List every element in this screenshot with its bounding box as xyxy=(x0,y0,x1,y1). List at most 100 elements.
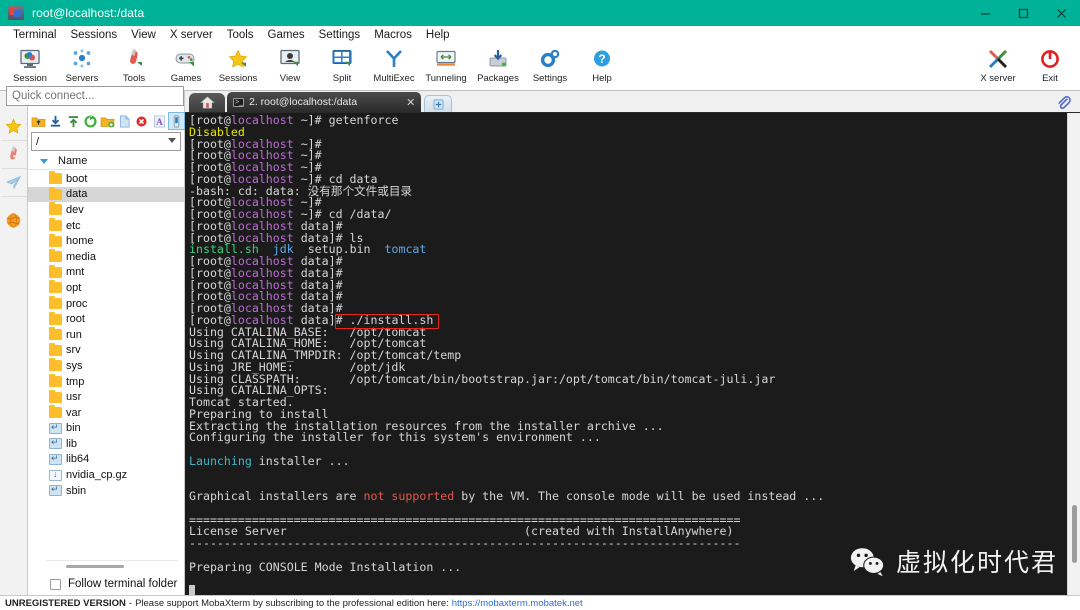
quick-connect-input[interactable] xyxy=(6,86,184,106)
quick-connect-wrap xyxy=(6,86,184,106)
file-list-item[interactable]: lib xyxy=(28,436,184,452)
terminal-output[interactable]: [root@localhost ~]# getenforceDisabled[r… xyxy=(185,113,1067,595)
menu-tools[interactable]: Tools xyxy=(220,26,261,44)
file-list-item[interactable]: srv xyxy=(28,343,184,359)
minimize-button[interactable] xyxy=(966,0,1004,26)
toolbar-settings-button[interactable]: Settings xyxy=(524,44,576,89)
terminal-line xyxy=(189,585,1067,595)
toolbar-exit-button[interactable]: Exit xyxy=(1024,44,1076,89)
toolbar-xserver-label: X server xyxy=(980,73,1015,84)
file-list-item[interactable]: mnt xyxy=(28,265,184,281)
mobaxterm-link[interactable]: https://mobaxterm.mobatek.net xyxy=(452,598,583,609)
paper-plane-icon xyxy=(5,174,22,191)
file-list[interactable]: boot datadevetchomemediamntoptprocrootrun… xyxy=(28,170,184,560)
follow-terminal-checkbox[interactable] xyxy=(50,579,61,590)
file-list-item[interactable]: usr xyxy=(28,389,184,405)
new-file-icon[interactable] xyxy=(117,113,132,129)
file-list-item-label: var xyxy=(66,407,81,419)
file-list-item[interactable]: opt xyxy=(28,280,184,296)
new-tab-button[interactable] xyxy=(424,95,452,112)
file-list-hscrollbar[interactable] xyxy=(46,560,178,571)
file-list-item-label: sbin xyxy=(66,485,86,497)
toolbar-view-button[interactable]: View xyxy=(264,44,316,89)
menu-sessions[interactable]: Sessions xyxy=(63,26,124,44)
toolbar-split-button[interactable]: Split xyxy=(316,44,368,89)
toolbar-multiexec-button[interactable]: MultiExec xyxy=(368,44,420,89)
tunneling-icon xyxy=(432,47,460,71)
toolbar-sessions-button[interactable]: Sessions xyxy=(212,44,264,89)
vscrollbar-thumb[interactable] xyxy=(1072,505,1077,563)
file-list-item[interactable]: dev xyxy=(28,202,184,218)
file-list-item[interactable]: proc xyxy=(28,296,184,312)
close-icon[interactable]: ✕ xyxy=(406,96,415,109)
terminal-tab-1[interactable]: >_ 2. root@localhost:/data ✕ xyxy=(227,92,421,112)
sidebar-tools[interactable] xyxy=(1,141,27,169)
sidebar-favorites[interactable] xyxy=(1,113,27,141)
path-dropdown[interactable]: / xyxy=(31,132,181,151)
menu-settings[interactable]: Settings xyxy=(312,26,368,44)
view-icon xyxy=(276,47,304,71)
file-list-item-label: tmp xyxy=(66,376,84,388)
file-list-item[interactable]: etc xyxy=(28,218,184,234)
file-list-item[interactable]: nvidia_cp.gz xyxy=(28,467,184,483)
status-bar: UNREGISTERED VERSION - Please support Mo… xyxy=(0,595,1080,610)
mobaxterm-icon xyxy=(8,6,24,20)
file-list-item[interactable]: sys xyxy=(28,358,184,374)
file-list-item[interactable]: sbin xyxy=(28,483,184,499)
follow-terminal-icon[interactable] xyxy=(169,113,184,129)
toolbar-xserver-button[interactable]: X server xyxy=(972,44,1024,89)
plus-icon xyxy=(433,99,444,110)
file-list-item[interactable]: media xyxy=(28,249,184,265)
folder-icon xyxy=(49,345,62,356)
home-tab[interactable] xyxy=(189,93,225,112)
file-list-item[interactable]: home xyxy=(28,233,184,249)
download-icon[interactable] xyxy=(48,113,63,129)
terminal-span: tomcat xyxy=(385,242,427,256)
new-folder-icon[interactable] xyxy=(100,113,115,129)
toolbar-games-button[interactable]: Games xyxy=(160,44,212,89)
file-list-item[interactable]: tmp xyxy=(28,374,184,390)
column-header-name[interactable]: Name xyxy=(58,155,87,167)
file-list-item-label: lib xyxy=(66,438,77,450)
toolbar-packages-button[interactable]: Packages xyxy=(472,44,524,89)
menu-view[interactable]: View xyxy=(124,26,163,44)
file-list-item-label: lib64 xyxy=(66,453,89,465)
toolbar-servers-label: Servers xyxy=(66,73,99,84)
sidebar-macros[interactable] xyxy=(1,206,27,234)
paperclip-icon[interactable] xyxy=(1054,93,1072,111)
refresh-icon[interactable] xyxy=(83,113,98,129)
close-button[interactable] xyxy=(1042,0,1080,26)
upload-icon[interactable] xyxy=(65,113,80,129)
file-list-item[interactable]: lib64 xyxy=(28,452,184,468)
text-edit-icon[interactable]: A xyxy=(152,113,167,129)
toolbar-help-button[interactable]: ? Help xyxy=(576,44,628,89)
delete-icon[interactable] xyxy=(134,113,149,129)
file-list-item[interactable]: data xyxy=(28,187,184,203)
sort-arrow-icon[interactable] xyxy=(40,159,48,164)
file-list-item-label: boot xyxy=(66,173,87,185)
maximize-button[interactable] xyxy=(1004,0,1042,26)
menu-terminal[interactable]: Terminal xyxy=(6,26,63,44)
link-icon xyxy=(49,485,62,496)
follow-terminal-folder-row[interactable]: Follow terminal folder xyxy=(28,573,184,595)
toolbar-tunneling-label: Tunneling xyxy=(425,73,466,84)
menu-xserver[interactable]: X server xyxy=(163,26,220,44)
file-list-item[interactable]: bin xyxy=(28,421,184,437)
menu-help[interactable]: Help xyxy=(419,26,457,44)
file-list-item[interactable]: run xyxy=(28,327,184,343)
toolbar-tunneling-button[interactable]: Tunneling xyxy=(420,44,472,89)
hscrollbar-thumb[interactable] xyxy=(66,565,124,568)
parent-folder-icon[interactable] xyxy=(31,113,46,129)
terminal-vscrollbar[interactable] xyxy=(1067,113,1080,595)
menu-macros[interactable]: Macros xyxy=(367,26,419,44)
toolbar-servers-button[interactable]: Servers xyxy=(56,44,108,89)
toolbar-tools-button[interactable]: Tools xyxy=(108,44,160,89)
sidebar-sftp[interactable] xyxy=(1,169,27,197)
folder-icon xyxy=(49,329,62,340)
file-list-item[interactable]: var xyxy=(28,405,184,421)
file-list-item[interactable]: boot xyxy=(28,171,184,187)
folder-icon xyxy=(49,376,62,387)
toolbar-session-button[interactable]: Session xyxy=(4,44,56,89)
file-list-item[interactable]: root xyxy=(28,311,184,327)
menu-games[interactable]: Games xyxy=(261,26,312,44)
